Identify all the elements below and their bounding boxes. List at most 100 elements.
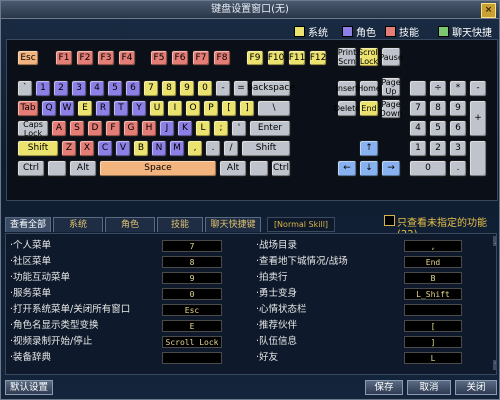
key-f3[interactable]: F3 [97, 50, 115, 66]
key-f10[interactable]: F10 [267, 50, 285, 66]
key-f2[interactable]: F2 [76, 50, 94, 66]
shortcut-key-field[interactable]: ] [404, 336, 462, 348]
key-scroll-lock[interactable]: Scroll Lock [358, 47, 380, 67]
list-item[interactable]: ·服务菜单 0 [10, 286, 230, 302]
key-comma[interactable]: , [187, 140, 203, 157]
close-button[interactable]: 关闭 [455, 380, 497, 395]
key-y[interactable]: Y [131, 100, 147, 117]
key-page-down[interactable]: Page Down [380, 99, 402, 119]
key-e[interactable]: E [77, 100, 93, 117]
list-item[interactable]: ·拍卖行 B [256, 270, 486, 286]
key-r[interactable]: R [95, 100, 111, 117]
shortcut-key-field[interactable]: L_Shift [404, 288, 462, 300]
list-item[interactable]: ·功能互动菜单 9 [10, 270, 230, 286]
shortcut-key-field[interactable]: 7 [162, 240, 222, 252]
key-3[interactable]: 3 [71, 80, 87, 97]
key-num-dot[interactable]: . [449, 160, 467, 177]
key-left-win[interactable] [47, 160, 67, 177]
key-arrow-right[interactable]: → [381, 160, 401, 177]
shortcut-key-field[interactable]: 8 [162, 256, 222, 268]
key-num-multiply[interactable]: * [449, 80, 467, 97]
key-semicolon[interactable]: ; [213, 120, 229, 137]
shortcut-key-field[interactable]: End [404, 256, 462, 268]
key-f1[interactable]: F1 [55, 50, 73, 66]
key-num9[interactable]: 9 [449, 100, 467, 117]
key-tab[interactable]: Tab [17, 100, 39, 117]
list-item[interactable]: ·视频录制开始/停止 Scroll Lock [10, 334, 230, 350]
key-insert[interactable]: Insert [336, 80, 358, 97]
key-c[interactable]: C [97, 140, 113, 157]
key-left-ctrl[interactable]: Ctrl [17, 160, 45, 177]
tab-system[interactable]: 系统 [53, 217, 103, 232]
key-num6[interactable]: 6 [449, 120, 467, 137]
key-p[interactable]: P [203, 100, 219, 117]
key-6[interactable]: 6 [125, 80, 141, 97]
key-g[interactable]: G [123, 120, 139, 137]
key-2[interactable]: 2 [53, 80, 69, 97]
key-right-win[interactable] [249, 160, 269, 177]
tab-skill[interactable]: 技能 [157, 217, 203, 232]
key-f8[interactable]: F8 [213, 50, 231, 66]
key-left-bracket[interactable]: [ [221, 100, 237, 117]
key-4[interactable]: 4 [89, 80, 105, 97]
list-item[interactable]: ·角色名显示类型变换 E [10, 318, 230, 334]
key-f7[interactable]: F7 [192, 50, 210, 66]
key-v[interactable]: V [115, 140, 131, 157]
key-j[interactable]: J [159, 120, 175, 137]
key-numlock[interactable] [409, 80, 427, 97]
key-t[interactable]: T [113, 100, 129, 117]
key-w[interactable]: W [59, 100, 75, 117]
key-right-alt[interactable]: Alt [219, 160, 247, 177]
key-slash[interactable]: / [223, 140, 239, 157]
shortcut-key-field[interactable]: 9 [162, 272, 222, 284]
key-period[interactable]: . [205, 140, 221, 157]
key-b[interactable]: B [133, 140, 149, 157]
scroll-down-icon[interactable]: ▼ [493, 360, 496, 370]
close-icon[interactable]: × [481, 3, 496, 18]
key-arrow-left[interactable]: ← [337, 160, 357, 177]
list-item[interactable]: ·战场目录 , [256, 238, 486, 254]
default-settings-button[interactable]: 默认设置 [5, 380, 53, 395]
key-1[interactable]: 1 [35, 80, 51, 97]
shortcut-key-field[interactable] [162, 352, 222, 364]
key-z[interactable]: Z [61, 140, 77, 157]
shortcut-key-field[interactable]: Scroll Lock [162, 336, 222, 348]
key-left-shift[interactable]: Shift [17, 140, 59, 157]
key-arrow-up[interactable]: ↑ [359, 140, 379, 157]
key-right-bracket[interactable]: ] [239, 100, 255, 117]
key-num4[interactable]: 4 [409, 120, 427, 137]
key-num-add[interactable]: + [469, 100, 487, 137]
shortcut-key-field[interactable]: 0 [162, 288, 222, 300]
key-u[interactable]: U [149, 100, 165, 117]
key-f6[interactable]: F6 [171, 50, 189, 66]
key-right-shift[interactable]: Shift [241, 140, 291, 157]
key-enter[interactable]: Enter [249, 120, 291, 137]
key-home[interactable]: Home [357, 80, 381, 97]
key-num5[interactable]: 5 [429, 120, 447, 137]
shortcut-key-field[interactable]: [ [404, 320, 462, 332]
key-backquote[interactable]: ` [17, 80, 33, 97]
key-f[interactable]: F [105, 120, 121, 137]
list-item[interactable]: ·查看地下城情况/战场 End [256, 254, 486, 270]
key-s[interactable]: S [69, 120, 85, 137]
key-num7[interactable]: 7 [409, 100, 427, 117]
tab-chat-shortcut[interactable]: 聊天快捷键 [205, 217, 261, 232]
key-f11[interactable]: F11 [288, 50, 306, 66]
list-item[interactable]: ·队伍信息 ] [256, 334, 486, 350]
key-minus[interactable]: - [215, 80, 231, 97]
key-caps-lock[interactable]: Caps Lock [17, 120, 49, 138]
list-item[interactable]: ·装备辞典 [10, 350, 230, 366]
key-backslash[interactable]: \ [257, 100, 291, 117]
key-9[interactable]: 9 [179, 80, 195, 97]
key-q[interactable]: Q [41, 100, 57, 117]
key-n[interactable]: N [151, 140, 167, 157]
key-o[interactable]: O [185, 100, 201, 117]
key-left-alt[interactable]: Alt [69, 160, 97, 177]
cancel-button[interactable]: 取消 [407, 380, 451, 395]
key-num2[interactable]: 2 [429, 140, 447, 157]
key-delete[interactable]: Delete [334, 100, 360, 117]
list-item[interactable]: ·打开系统菜单/关闭所有窗口 Esc [10, 302, 230, 318]
key-right-ctrl[interactable]: Ctrl [271, 160, 291, 177]
key-f12[interactable]: F12 [309, 50, 327, 66]
tab-all[interactable]: 查看全部 [5, 217, 51, 232]
